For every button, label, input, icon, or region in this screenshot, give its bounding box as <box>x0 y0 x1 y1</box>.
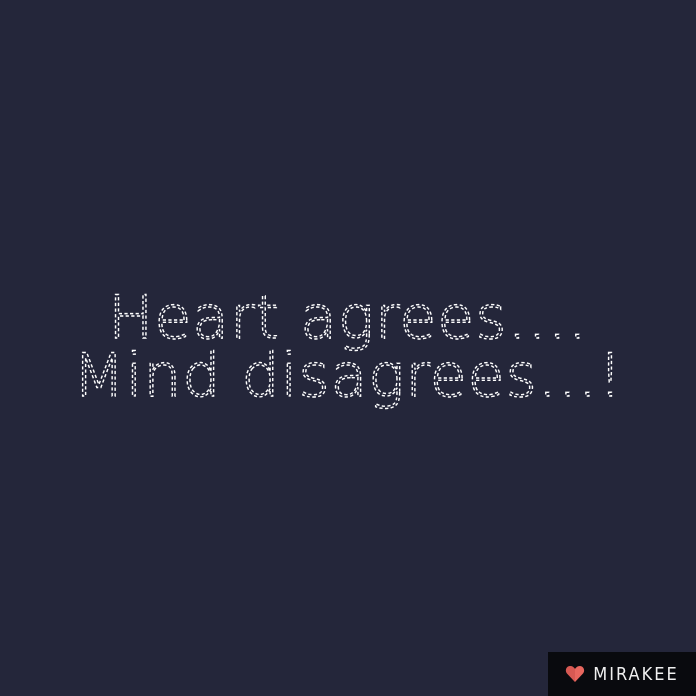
quote-card: Heart agrees.... Mind disagrees...! MIRA… <box>0 0 696 696</box>
quote-line-2: Mind disagrees...! <box>73 341 623 411</box>
quote-svg: Heart agrees.... Mind disagrees...! <box>72 282 623 411</box>
brand-name: MIRAKEE <box>593 663 679 685</box>
heart-icon <box>566 666 585 682</box>
quote-text: Heart agrees.... Mind disagrees...! <box>0 282 696 412</box>
mirakee-badge[interactable]: MIRAKEE <box>548 652 696 696</box>
